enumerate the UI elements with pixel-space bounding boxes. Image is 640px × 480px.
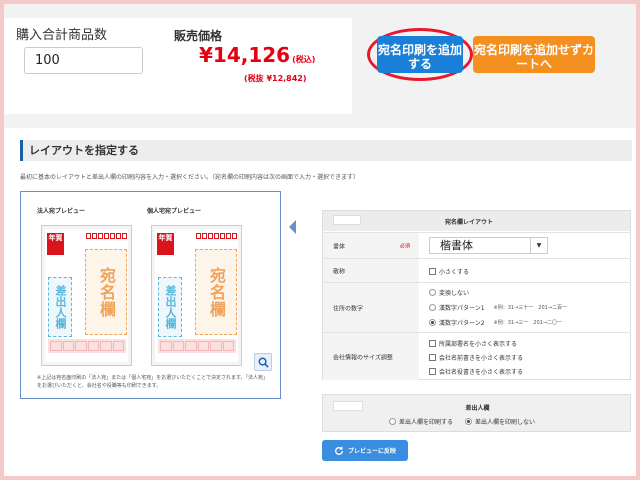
checkbox[interactable] [429, 268, 436, 275]
number-option-none-label: 変換しない [439, 290, 470, 297]
settings-title: 宛名欄レイアウト [444, 219, 493, 226]
refresh-icon [335, 446, 343, 455]
font-select[interactable]: 楷書体 ▼ [429, 237, 548, 254]
nenga-mark: 年賀 [157, 233, 174, 255]
company-option-name-label: 会社名前書きを小さく表示する [439, 355, 524, 362]
checkbox[interactable] [429, 340, 436, 347]
corporate-preview-card[interactable]: 年賀 宛名欄 差出人欄 [41, 225, 132, 366]
number-label-text: 住所の数字 [333, 305, 364, 312]
company-label: 会社情報のサイズ調整 [323, 333, 419, 380]
honorific-small-label: 小さくする [439, 269, 470, 276]
checkbox[interactable] [429, 354, 436, 361]
sender-noprint-option[interactable]: 差出人欄を印刷しない [465, 417, 535, 426]
font-row: 書体 必須 楷書体 ▼ [323, 232, 630, 258]
company-option-department[interactable]: 所属部署名を小さく表示する [429, 339, 517, 348]
address-layout-settings: 宛名欄レイアウト 書体 必須 楷書体 ▼ 敬称 小さくする 住所の数字 変換しない … [322, 210, 631, 380]
number-option-none[interactable]: 変換しない [429, 288, 469, 297]
number-option-kanji1-label: 漢数字パターン1 [439, 305, 485, 312]
address-name-area: 宛名欄 [85, 249, 127, 335]
preview-note: ※上記は宛名面印刷の「法人宛」または「個人宅宛」をお選びいただくことで決定されま… [37, 375, 269, 389]
number-option-kanji2-example: ※例：31→三一 201→二〇一 [493, 320, 563, 326]
panel-pointer [289, 220, 296, 234]
skip-to-cart-button[interactable]: 宛名印刷を追加せずカートへ [473, 36, 595, 73]
skip-to-cart-label: 宛名印刷を追加せずカートへ [473, 42, 594, 71]
number-label: 住所の数字 [323, 283, 419, 332]
page-frame: 購入合計商品数 100 販売価格 ¥14,126 (税込) (税抜 ¥12,842… [4, 4, 636, 476]
price-ex-tax: (税抜 ¥12,842) [244, 74, 307, 83]
radio[interactable] [429, 304, 436, 311]
price-amount: ¥14,126 [199, 43, 291, 67]
company-size-row: 会社情報のサイズ調整 所属部署名を小さく表示する 会社名前書きを小さく表示する … [323, 332, 630, 380]
radio-selected[interactable] [465, 418, 473, 425]
honorific-label-text: 敬称 [333, 268, 346, 275]
zoom-button[interactable] [254, 353, 272, 371]
required-badge: 必須 [400, 243, 411, 249]
address-number-row: 住所の数字 変換しない 漢数字パターン1 ※例：31→三十一 201→二百一 漢数… [323, 282, 630, 332]
company-label-text: 会社情報のサイズ調整 [333, 354, 393, 361]
zip-boxes [196, 233, 237, 239]
apply-preview-label: プレビューに反映 [347, 448, 396, 455]
section-intro: 最初に基本のレイアウトと差出人欄の印刷内容を入力・選択ください。（宛名欄の印刷内… [20, 174, 360, 181]
number-option-kanji1[interactable]: 漢数字パターン1 ※例：31→三十一 201→二百一 [429, 303, 567, 312]
font-select-value: 楷書体 [440, 239, 473, 252]
price-label: 販売価格 [174, 29, 223, 43]
address-name-label: 宛名欄 [97, 266, 116, 318]
card-face: 年賀 宛名欄 差出人欄 [155, 229, 238, 362]
radio-selected[interactable] [429, 319, 436, 326]
font-label-text: 書体 [333, 243, 346, 250]
price-value: ¥14,126 (税込) [199, 43, 315, 67]
honorific-row: 敬称 小さくする [323, 258, 630, 282]
sender-title: 差出人欄 [465, 405, 490, 412]
sender-zip-strip [158, 339, 236, 353]
add-address-print-button[interactable]: 宛名印刷を追加する [377, 36, 463, 73]
purchase-summary: 購入合計商品数 100 販売価格 ¥14,126 (税込) (税抜 ¥12,842… [4, 18, 352, 114]
section-title: レイアウトを指定する [20, 140, 632, 161]
sender-print-label: 差出人欄を印刷する [399, 419, 454, 426]
price-tax-note: (税込) [292, 55, 316, 64]
add-address-print-label: 宛名印刷を追加する [377, 42, 462, 71]
quantity-label: 購入合計商品数 [16, 28, 108, 43]
personal-preview-card[interactable]: 年賀 宛名欄 差出人欄 [151, 225, 242, 366]
sender-area: 差出人欄 [158, 277, 182, 337]
purchase-bar: 購入合計商品数 100 販売価格 ¥14,126 (税込) (税抜 ¥12,842… [4, 4, 636, 128]
apply-preview-button[interactable]: プレビューに反映 [322, 440, 408, 461]
sender-area-label: 差出人欄 [164, 285, 177, 329]
magnifier-icon [258, 357, 269, 368]
sender-print-option[interactable]: 差出人欄を印刷する [389, 417, 453, 426]
sender-settings: 差出人欄 差出人欄を印刷する 差出人欄を印刷しない [322, 394, 631, 432]
sender-area: 差出人欄 [48, 277, 72, 337]
company-option-department-label: 所属部署名を小さく表示する [439, 341, 518, 348]
number-option-kanji1-example: ※例：31→三十一 201→二百一 [493, 305, 568, 311]
company-option-title[interactable]: 会社名役書きを小さく表示する [429, 367, 523, 376]
radio[interactable] [429, 289, 436, 296]
honorific-label: 敬称 [323, 259, 419, 282]
radio[interactable] [389, 418, 396, 425]
zip-boxes [86, 233, 127, 239]
personal-preview-label: 個人宅宛プレビュー [147, 208, 202, 215]
sender-zip-strip [48, 339, 126, 353]
sender-options: 差出人欄を印刷する 差出人欄を印刷しない [389, 417, 535, 426]
sender-area-label: 差出人欄 [54, 285, 67, 329]
company-option-name[interactable]: 会社名前書きを小さく表示する [429, 353, 523, 362]
address-name-area: 宛名欄 [195, 249, 237, 335]
font-label: 書体 必須 [323, 233, 419, 258]
settings-header: 宛名欄レイアウト [323, 211, 630, 231]
nenga-mark: 年賀 [47, 233, 64, 255]
preview-panel: 法人宛プレビュー 個人宅宛プレビュー 年賀 宛名欄 差出人欄 年賀 宛名欄 差出… [20, 191, 281, 399]
sender-noprint-label: 差出人欄を印刷しない [475, 419, 536, 426]
number-option-kanji2[interactable]: 漢数字パターン2 ※例：31→三一 201→二〇一 [429, 318, 562, 327]
honorific-small-checkbox[interactable]: 小さくする [429, 267, 469, 276]
address-name-label: 宛名欄 [207, 266, 226, 318]
corporate-preview-label: 法人宛プレビュー [37, 208, 86, 215]
card-face: 年賀 宛名欄 差出人欄 [45, 229, 128, 362]
number-option-kanji2-label: 漢数字パターン2 [439, 320, 485, 327]
checkbox[interactable] [429, 368, 436, 375]
chevron-down-icon: ▼ [530, 238, 547, 253]
company-option-title-label: 会社名役書きを小さく表示する [439, 369, 524, 376]
quantity-field[interactable]: 100 [24, 47, 143, 74]
